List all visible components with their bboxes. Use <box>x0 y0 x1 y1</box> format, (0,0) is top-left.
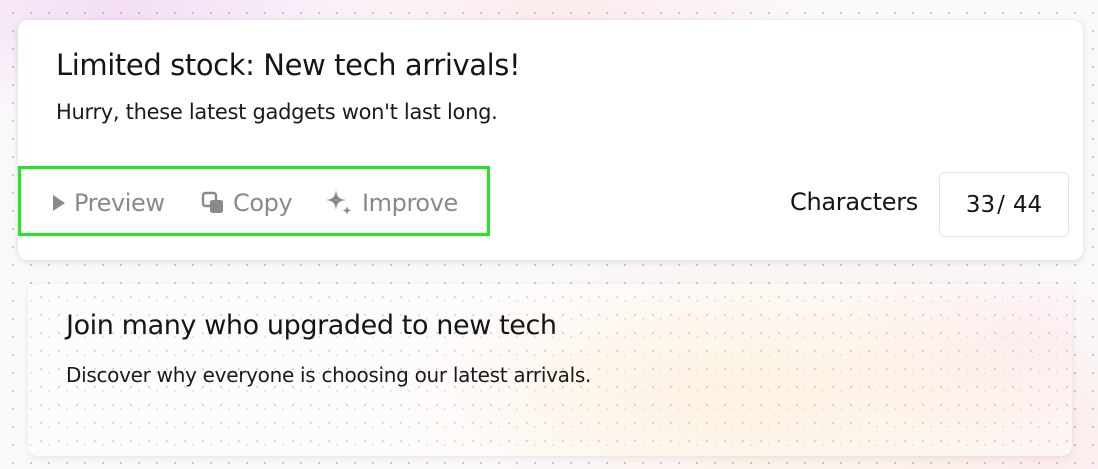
improve-button[interactable]: Improve <box>324 188 458 218</box>
ad-preview-card-secondary: Join many who upgraded to new tech Disco… <box>28 284 1072 456</box>
ad-description-secondary: Discover why everyone is choosing our la… <box>66 363 592 387</box>
play-triangle-icon <box>52 194 66 212</box>
copy-icon <box>201 191 225 215</box>
ad-headline: Limited stock: New tech arrivals! <box>56 48 521 82</box>
ad-preview-card: Limited stock: New tech arrivals! Hurry,… <box>18 20 1083 260</box>
ad-headline-secondary: Join many who upgraded to new tech <box>66 310 557 341</box>
improve-label: Improve <box>362 189 458 217</box>
action-toolbar: Preview Copy Improve <box>18 166 490 236</box>
character-count-current: 33 <box>965 191 996 218</box>
ad-description: Hurry, these latest gadgets won't last l… <box>56 100 498 124</box>
copy-label: Copy <box>233 189 293 217</box>
character-count-separator: / <box>997 191 1005 218</box>
copy-button[interactable]: Copy <box>201 188 293 218</box>
preview-button[interactable]: Preview <box>52 188 165 218</box>
characters-label: Characters <box>790 188 918 216</box>
character-count-max: 44 <box>1012 191 1043 218</box>
sparkle-icon <box>324 188 354 218</box>
character-counter: 33 / 44 <box>939 172 1069 237</box>
preview-label: Preview <box>74 189 165 217</box>
